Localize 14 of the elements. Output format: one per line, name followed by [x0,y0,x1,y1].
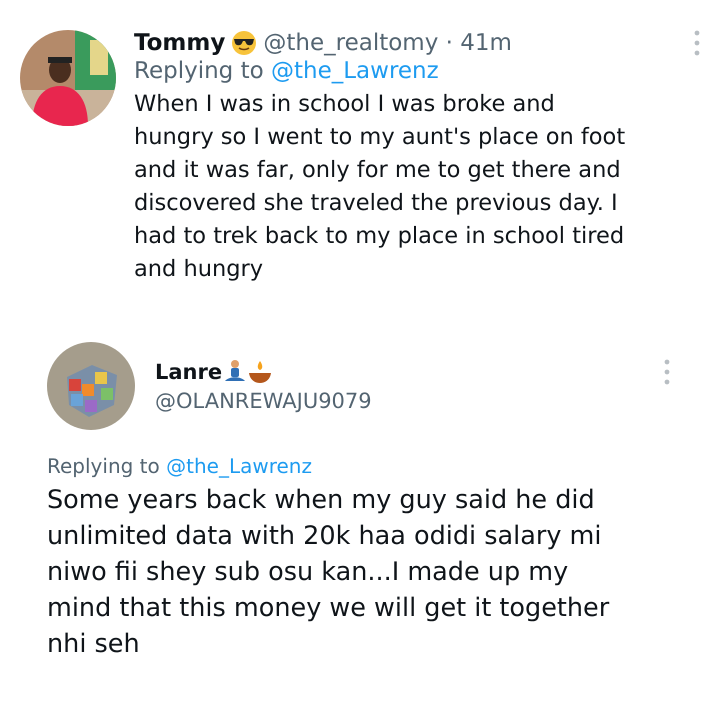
tweet-text: When I was in school I was broke and hungry so I went to my aunt's place on foot and it was far, only for me to get there and discovered she traveled the previous day. I had to trek back to my place in school tired and hungry [134,90,626,284]
replying-to-text: Replying to @the_Lawrenz [134,58,440,84]
mention-link[interactable]: @the_Lawrenz [166,454,312,478]
more-icon[interactable] [694,30,700,56]
sunglasses-face-icon [231,30,258,56]
user-name: Lanre [155,360,222,384]
user-handle: @OLANREWAJU9079 [155,389,373,413]
tweet-text: Some years back when my guy said he did unlimited data with 20k haa odidi salary mi niwo fii shey sub osu kan...I made up my mind that this money we will get it together nhi seh [47,484,610,661]
mention-link[interactable]: @the_Lawrenz [270,58,439,84]
user-name: Tommy [134,30,226,56]
oil-lamp-icon [248,359,272,385]
replying-to-text: Replying to @the_Lawrenz [47,454,313,478]
more-icon[interactable] [664,359,670,385]
user-handle: @the_realtomy · 41m [263,30,512,56]
